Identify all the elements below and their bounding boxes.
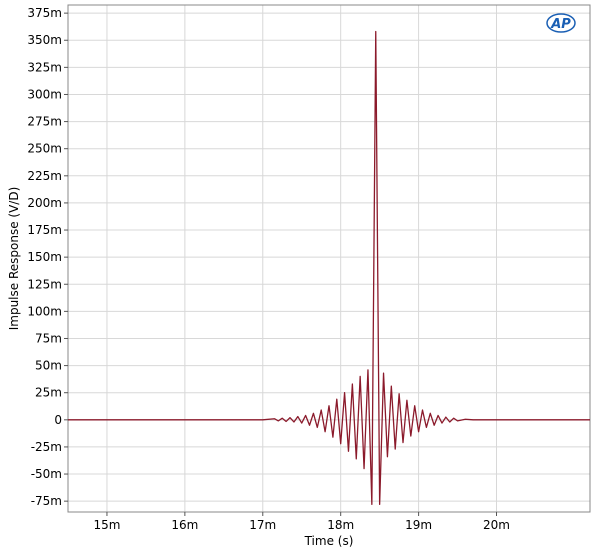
y-tick-label: 75m [35,331,62,345]
ap-logo-text: AP [550,17,571,32]
x-tick-label: 19m [405,518,432,532]
series-layer [68,30,590,506]
y-tick-label: 200m [27,196,62,210]
plot-border [67,4,591,513]
y-axis-label: Impulse Response (V/D) [7,187,21,331]
y-tick-label: 100m [27,304,62,318]
x-axis-label: Time (s) [304,534,354,548]
y-axis-ticks: 375m 350m 325m 300m 275m 250m 225m 200m 175m 150m… [27,6,68,508]
y-tick-label: 175m [27,223,62,237]
x-tick-label: 17m [249,518,276,532]
y-tick-label: 25m [35,386,62,400]
y-tick-label: 225m [27,169,62,183]
x-tick-label: 15m [93,518,120,532]
ap-logo: AP [546,13,576,33]
y-tick-label: 275m [27,115,62,129]
y-tick-label: -50m [31,467,62,481]
x-tick-label: 20m [483,518,510,532]
impulse-response-chart: 375m 350m 325m 300m 275m 250m 225m 200m 175m 150m… [7,4,591,548]
x-tick-label: 18m [327,518,354,532]
grid-lines [68,5,590,512]
y-tick-label: 0 [54,413,62,427]
x-tick-label: 16m [171,518,198,532]
x-axis-ticks: 15m 16m 17m 18m 19m 20m [93,512,510,532]
y-tick-label: 300m [27,87,62,101]
y-tick-label: 250m [27,142,62,156]
y-tick-label: 325m [27,60,62,74]
y-tick-label: 125m [27,277,62,291]
y-tick-label: 150m [27,250,62,264]
y-tick-label: 350m [27,33,62,47]
y-tick-label: 50m [35,359,62,373]
y-tick-label: -25m [31,440,62,454]
impulse-response-line [68,30,590,506]
y-tick-label: -75m [31,494,62,508]
y-tick-label: 375m [27,6,62,20]
